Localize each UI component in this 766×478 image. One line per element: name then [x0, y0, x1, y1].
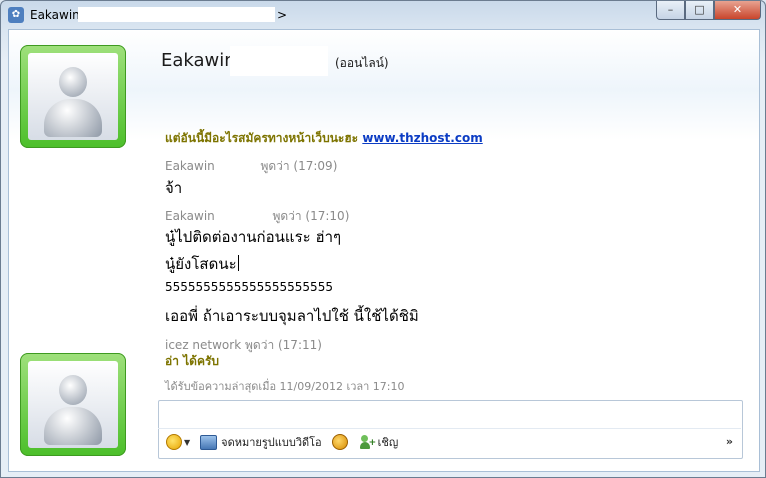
message-text: เออพี่ ถ้าเอาระบบจุมลาไปใช้ นี้ใช้ได้ชิม… [165, 307, 419, 325]
chat-window: ✿ Eakawin > – □ ✕ Eakawin (ออนไลน์) แต่อ… [0, 0, 766, 478]
message-olive: แต่อันนี้มีอะไรสมัครทางหน้าเว็บนะฮะ www.… [165, 129, 483, 148]
sender-name: Eakawin [165, 159, 215, 173]
invite-icon: + [359, 435, 376, 449]
conversation-pane: Eakawin (ออนไลน์) แต่อันนี้มีอะไรสมัครทา… [8, 29, 760, 472]
more-options-button[interactable]: » [726, 435, 733, 448]
person-icon [59, 67, 87, 97]
message-body: นู๋ยังโสดนะ [165, 255, 237, 273]
person-icon [59, 375, 87, 405]
user-avatar[interactable] [20, 353, 126, 456]
message-text: จ้า [165, 179, 183, 197]
minimize-button[interactable]: – [656, 1, 685, 20]
window-controls: – □ ✕ [656, 1, 761, 21]
nudge-icon [331, 434, 348, 450]
video-message-button[interactable]: จดหมายรูปแบบวิดีโอ [200, 433, 322, 451]
emoticon-button[interactable]: ▼ [166, 434, 190, 450]
sender-name: icez network [165, 338, 242, 352]
sender-says: พูดว่า (17:09) [260, 159, 338, 173]
title-bar[interactable]: ✿ Eakawin > – □ ✕ [1, 1, 765, 29]
title-redaction [78, 7, 275, 22]
contact-name: Eakawin [161, 50, 236, 71]
maximize-button[interactable]: □ [685, 1, 714, 20]
message-text: นู๋ไปติดต่องานก่อนแระ ฮ่าๆ [165, 228, 342, 246]
sender-says: พูดว่า (17:11) [245, 338, 322, 352]
message-olive: อ่า ได้ครับ [165, 354, 220, 368]
text-cursor [237, 255, 239, 271]
close-button[interactable]: ✕ [714, 1, 761, 20]
website-link[interactable]: www.thzhost.com [362, 131, 482, 145]
person-body [44, 407, 102, 445]
sender-line: Eakawin พูดว่า (17:10) [165, 207, 349, 226]
invite-button[interactable]: + เชิญ [359, 433, 399, 451]
invite-label: เชิญ [377, 436, 399, 449]
message-text: แต่อันนี้มีอะไรสมัครทางหน้าเว็บนะฮะ [165, 131, 363, 145]
message-text: นู๋ยังโสดนะ [165, 252, 239, 276]
emoticon-icon [166, 434, 182, 450]
name-redaction [230, 46, 328, 76]
person-body [44, 99, 102, 137]
window-title: Eakawin [30, 8, 80, 22]
messenger-icon: ✿ [8, 7, 24, 23]
message-text: 5555555555555555555555 [165, 280, 333, 294]
nudge-button[interactable] [331, 434, 348, 450]
chevron-down-icon: ▼ [184, 437, 191, 447]
contact-picture [28, 53, 118, 140]
video-message-label: จดหมายรูปแบบวิดีโอ [221, 436, 322, 449]
sender-says: พูดว่า (17:10) [272, 209, 350, 223]
sender-name: Eakawin [165, 209, 215, 223]
title-arrow: > [277, 8, 288, 22]
sender-line: Eakawin พูดว่า (17:09) [165, 157, 337, 176]
last-received-text: ได้รับข้อความล่าสุดเมื่อ 11/09/2012 เวลา… [165, 380, 405, 393]
video-message-icon [200, 434, 218, 450]
compose-toolbar: ▼ จดหมายรูปแบบวิดีโอ + เชิญ » [158, 428, 741, 455]
contact-avatar[interactable] [20, 45, 126, 148]
contact-status: (ออนไลน์) [335, 56, 389, 70]
user-picture [28, 361, 118, 448]
